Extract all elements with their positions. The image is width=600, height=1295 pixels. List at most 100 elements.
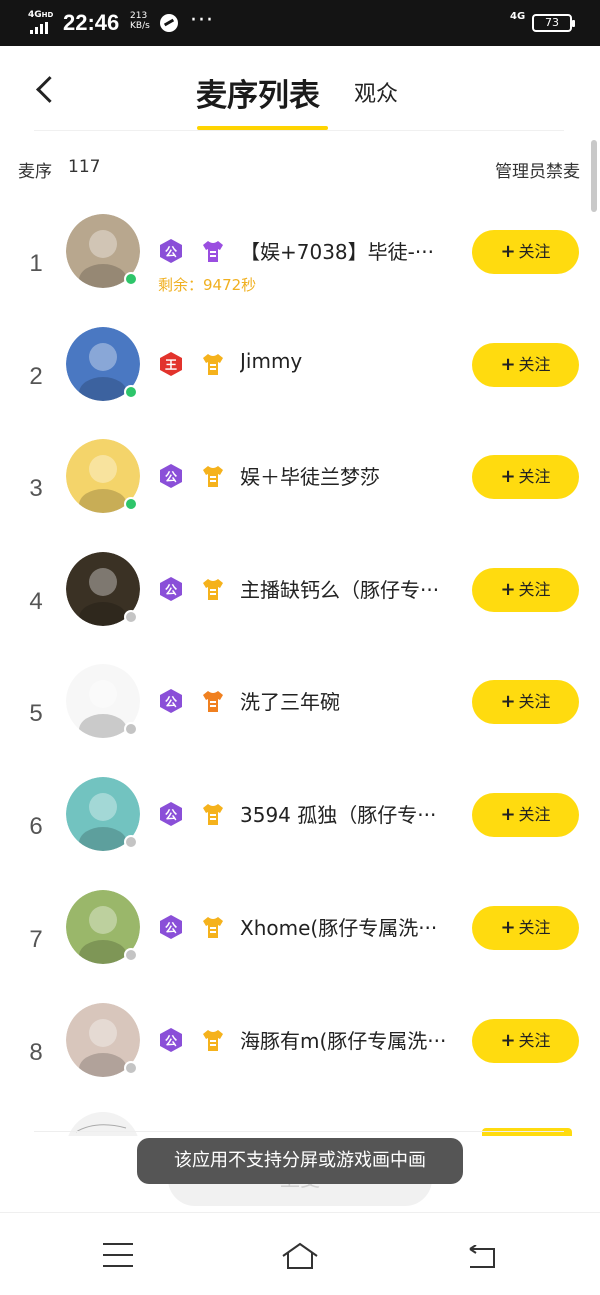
online-status-dot (124, 948, 138, 962)
level-shirt-icon (203, 1030, 223, 1051)
role-badge-icon: 王 (160, 352, 182, 376)
network-speed: 213 KB/s (130, 11, 150, 31)
role-badge-icon: 公 (160, 464, 182, 488)
signal-icon (30, 22, 52, 34)
role-badge-icon: 公 (160, 1028, 182, 1052)
online-status-dot (124, 610, 138, 624)
list-item[interactable]: 3 公 娱＋毕徒兰梦莎 + 关注 (0, 439, 600, 551)
user-name[interactable]: 主播缺钙么（豚仔专··· (240, 574, 462, 603)
level-shirt-icon (203, 466, 223, 487)
plus-icon: + (500, 691, 516, 712)
back-icon[interactable] (466, 1245, 496, 1269)
follow-label: 关注 (518, 1031, 551, 1050)
follow-button[interactable]: + 关注 (472, 906, 579, 950)
follow-button[interactable]: + 关注 (472, 568, 579, 612)
rank-number: 4 (29, 588, 43, 615)
online-status-dot (124, 272, 138, 286)
queue-count: 117 (68, 157, 101, 177)
queue-label: 麦序 (18, 162, 52, 182)
svg-text:公: 公 (165, 245, 177, 259)
user-name[interactable]: Jimmy (240, 349, 462, 373)
user-name[interactable]: 3594 孤独（豚仔专··· (240, 799, 462, 828)
network-indicator: 4GHD (28, 10, 53, 20)
battery-icon: 73 (532, 14, 575, 32)
network-hd: HD (41, 11, 54, 19)
user-name[interactable]: 海豚有m(豚仔专属洗··· (240, 1025, 462, 1054)
role-badge-icon: 公 (160, 577, 182, 601)
list-divider (34, 1131, 564, 1132)
rank-number: 8 (29, 1039, 43, 1066)
svg-text:公: 公 (165, 695, 177, 709)
follow-label: 关注 (518, 467, 551, 486)
level-shirt-icon (203, 241, 223, 262)
scrollbar[interactable] (591, 140, 597, 212)
list-item[interactable]: 7 公 Xhome(豚仔专属洗··· + 关注 (0, 890, 600, 1002)
level-shirt-icon (203, 917, 223, 938)
rank-number: 2 (29, 363, 43, 390)
follow-label: 关注 (518, 355, 551, 374)
online-status-dot (124, 835, 138, 849)
follow-label: 关注 (518, 692, 551, 711)
plus-icon: + (500, 804, 516, 825)
level-shirt-icon (203, 804, 223, 825)
svg-text:王: 王 (165, 358, 177, 372)
navigation-bar (0, 1212, 600, 1295)
menu-icon[interactable] (103, 1243, 133, 1267)
level-shirt-icon (203, 354, 223, 375)
list-item[interactable]: 1 公 【娱+7038】毕徒-··· 剩余：9472秒 + 关注 (0, 214, 600, 326)
follow-button[interactable]: + 关注 (472, 680, 579, 724)
online-status-dot (124, 1061, 138, 1075)
svg-text:公: 公 (165, 808, 177, 822)
follow-button[interactable]: + 关注 (472, 793, 579, 837)
rank-number: 1 (29, 250, 43, 277)
list-item[interactable]: 2 王 Jimmy + 关注 (0, 327, 600, 439)
list-item[interactable]: 8 公 海豚有m(豚仔专属洗··· + 关注 (0, 1003, 600, 1115)
plus-icon: + (500, 579, 516, 600)
speed-value: 213 (130, 11, 148, 21)
follow-label: 关注 (518, 242, 551, 261)
remaining-time: 剩余：9472秒 (158, 276, 257, 294)
back-button[interactable] (26, 68, 66, 112)
follow-button[interactable]: + 关注 (472, 230, 579, 274)
online-status-dot (124, 722, 138, 736)
follow-button-partial[interactable] (482, 1128, 572, 1136)
follow-label: 关注 (518, 918, 551, 937)
network-type: 4G (28, 10, 42, 20)
list-item[interactable]: 5 公 洗了三年碗 + 关注 (0, 664, 600, 776)
list-item[interactable]: 6 公 3594 孤独（豚仔专··· + 关注 (0, 777, 600, 889)
level-shirt-icon (203, 579, 223, 600)
toast-message: 该应用不支持分屏或游戏画中画 (137, 1138, 463, 1184)
online-status-dot (124, 497, 138, 511)
rank-number: 7 (29, 926, 43, 953)
level-shirt-icon (203, 691, 223, 712)
follow-label: 关注 (518, 580, 551, 599)
list-item[interactable]: 4 公 主播缺钙么（豚仔专··· + 关注 (0, 552, 600, 664)
more-notifications-icon: ··· (190, 8, 214, 33)
user-name[interactable]: Xhome(豚仔专属洗··· (240, 912, 462, 941)
home-icon[interactable] (280, 1241, 320, 1271)
admin-ban-mic-button[interactable]: 管理员禁麦 (495, 157, 580, 182)
online-status-dot (124, 385, 138, 399)
user-name[interactable]: 【娱+7038】毕徒-··· (240, 236, 462, 265)
svg-text:公: 公 (165, 921, 177, 935)
svg-text:公: 公 (165, 1034, 177, 1048)
role-badge-icon: 公 (160, 689, 182, 713)
plus-icon: + (500, 241, 516, 262)
role-badge-icon: 公 (160, 802, 182, 826)
tab-mic-queue[interactable]: 麦序列表 (196, 70, 320, 115)
svg-text:公: 公 (165, 470, 177, 484)
user-name[interactable]: 娱＋毕徒兰梦莎 (240, 461, 462, 490)
header-divider (34, 130, 564, 131)
follow-button[interactable]: + 关注 (472, 343, 579, 387)
role-badge-icon: 公 (160, 915, 182, 939)
user-name[interactable]: 洗了三年碗 (240, 686, 462, 715)
app-notification-icon (160, 14, 178, 32)
status-bar: 4GHD 22:46 213 KB/s ··· 4G 73 (0, 0, 600, 46)
follow-button[interactable]: + 关注 (472, 455, 579, 499)
rank-number: 3 (29, 475, 43, 502)
plus-icon: + (500, 354, 516, 375)
follow-button[interactable]: + 关注 (472, 1019, 579, 1063)
clock: 22:46 (63, 10, 120, 35)
tab-audience[interactable]: 观众 (354, 76, 398, 108)
rank-number: 6 (29, 813, 43, 840)
